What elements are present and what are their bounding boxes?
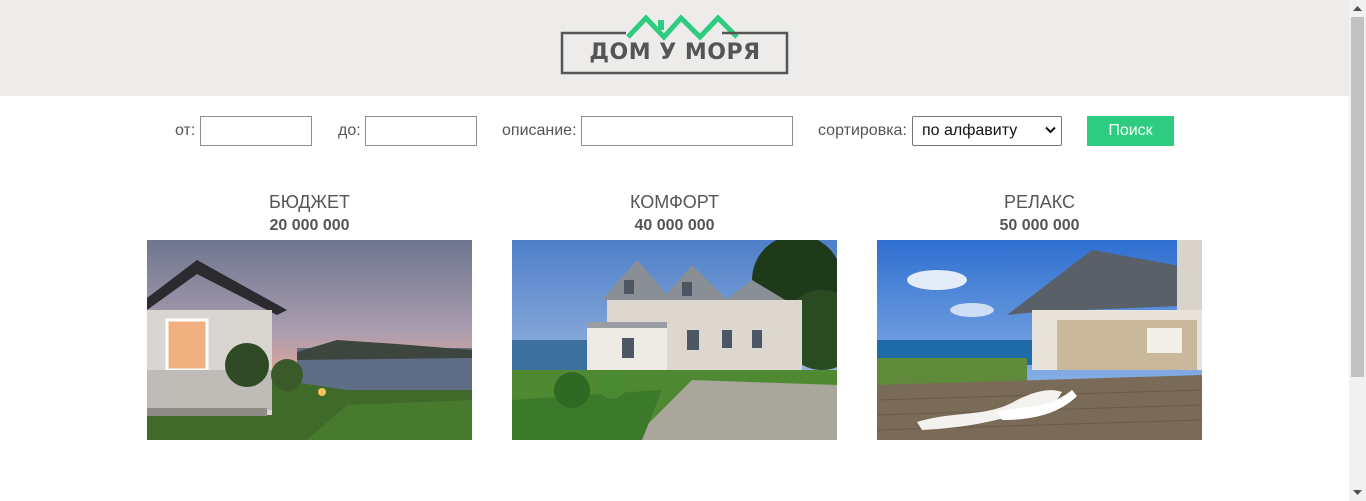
logo-text: ДОМ У МОРЯ xyxy=(589,40,761,65)
page: ДОМ У МОРЯ от: до: описание: сортировка:… xyxy=(0,0,1366,501)
card-price: 20 000 000 xyxy=(269,217,350,234)
sort-select-value: по алфавиту xyxy=(922,122,1018,139)
card-title: БЮДЖЕТ xyxy=(268,192,351,212)
card-price: 50 000 000 xyxy=(999,217,1080,234)
price-from-input[interactable] xyxy=(200,116,312,146)
house-card-relax[interactable]: РЕЛАКС 50 000 000 xyxy=(877,190,1202,440)
card-title: КОМФОРТ xyxy=(630,192,719,212)
house-card-budget[interactable]: БЮДЖЕТ 20 000 000 xyxy=(147,190,472,440)
price-to-input[interactable] xyxy=(365,116,477,146)
scrollbar-thumb[interactable] xyxy=(1351,17,1364,377)
price-to-label: до: xyxy=(338,122,361,139)
vertical-scrollbar[interactable] xyxy=(1349,0,1366,501)
card-title: РЕЛАКС xyxy=(1003,192,1076,212)
house-card-comfort[interactable]: КОМФОРТ 40 000 000 xyxy=(512,190,837,440)
scroll-down-arrow-icon[interactable] xyxy=(1349,484,1366,501)
price-from-label: от: xyxy=(175,122,196,139)
description-label: описание: xyxy=(502,122,577,139)
house-photo-budget[interactable] xyxy=(147,240,472,440)
scroll-up-arrow-icon[interactable] xyxy=(1349,0,1366,17)
logo[interactable]: ДОМ У МОРЯ xyxy=(560,12,790,76)
house-photo-comfort[interactable] xyxy=(512,240,837,440)
search-button[interactable]: Поиск xyxy=(1087,116,1174,146)
sort-label: сортировка: xyxy=(818,122,907,139)
site-header: ДОМ У МОРЯ xyxy=(0,0,1349,96)
description-input[interactable] xyxy=(581,116,793,146)
house-photo-relax[interactable] xyxy=(877,240,1202,440)
search-form: от: до: описание: сортировка: по алфавит… xyxy=(0,116,1349,148)
chevron-down-icon xyxy=(1045,126,1056,134)
sort-select[interactable]: по алфавиту xyxy=(912,116,1062,146)
card-price: 40 000 000 xyxy=(634,217,715,234)
